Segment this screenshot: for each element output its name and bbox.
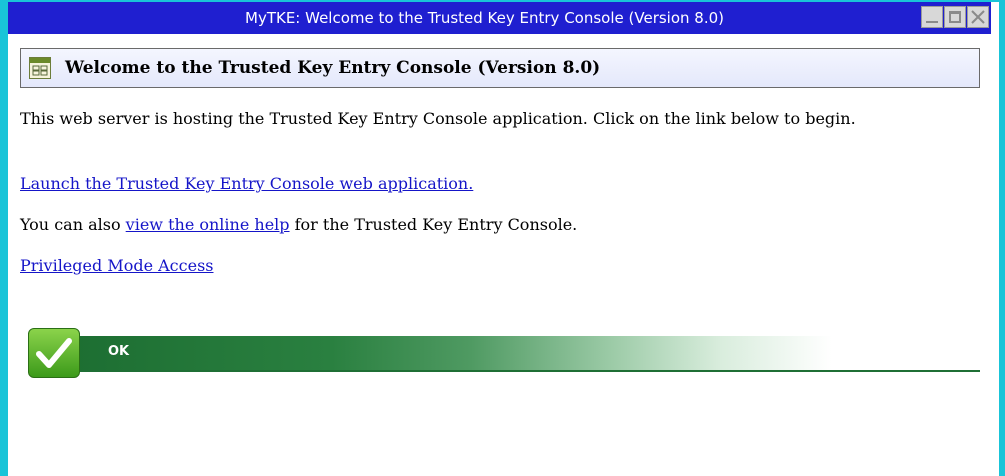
status-bar-fill bbox=[54, 336, 980, 372]
help-prefix-text: You can also bbox=[20, 215, 126, 234]
title-bar[interactable]: MyTKE: Welcome to the Trusted Key Entry … bbox=[8, 2, 991, 34]
page-header: Welcome to the Trusted Key Entry Console… bbox=[20, 48, 980, 88]
application-window-icon bbox=[29, 57, 51, 79]
help-paragraph: You can also view the online help for th… bbox=[20, 214, 990, 236]
close-icon bbox=[971, 10, 985, 24]
checkmark-icon bbox=[28, 328, 80, 378]
page-title: Welcome to the Trusted Key Entry Console… bbox=[65, 58, 601, 78]
intro-text: This web server is hosting the Trusted K… bbox=[20, 109, 856, 128]
window-controls bbox=[921, 6, 989, 30]
privileged-paragraph: Privileged Mode Access bbox=[20, 255, 990, 277]
status-bar: OK bbox=[28, 328, 988, 378]
minimize-button[interactable] bbox=[921, 6, 943, 28]
launch-app-link[interactable]: Launch the Trusted Key Entry Console web… bbox=[20, 174, 473, 193]
privileged-mode-link[interactable]: Privileged Mode Access bbox=[20, 256, 214, 275]
window-title: MyTKE: Welcome to the Trusted Key Entry … bbox=[245, 9, 724, 27]
maximize-button[interactable] bbox=[944, 6, 966, 28]
online-help-link[interactable]: view the online help bbox=[126, 215, 290, 234]
page-content: Welcome to the Trusted Key Entry Console… bbox=[8, 34, 991, 476]
help-suffix-text: for the Trusted Key Entry Console. bbox=[289, 215, 578, 234]
close-button[interactable] bbox=[967, 6, 989, 28]
launch-paragraph: Launch the Trusted Key Entry Console web… bbox=[20, 173, 990, 195]
status-text: OK bbox=[108, 344, 130, 359]
